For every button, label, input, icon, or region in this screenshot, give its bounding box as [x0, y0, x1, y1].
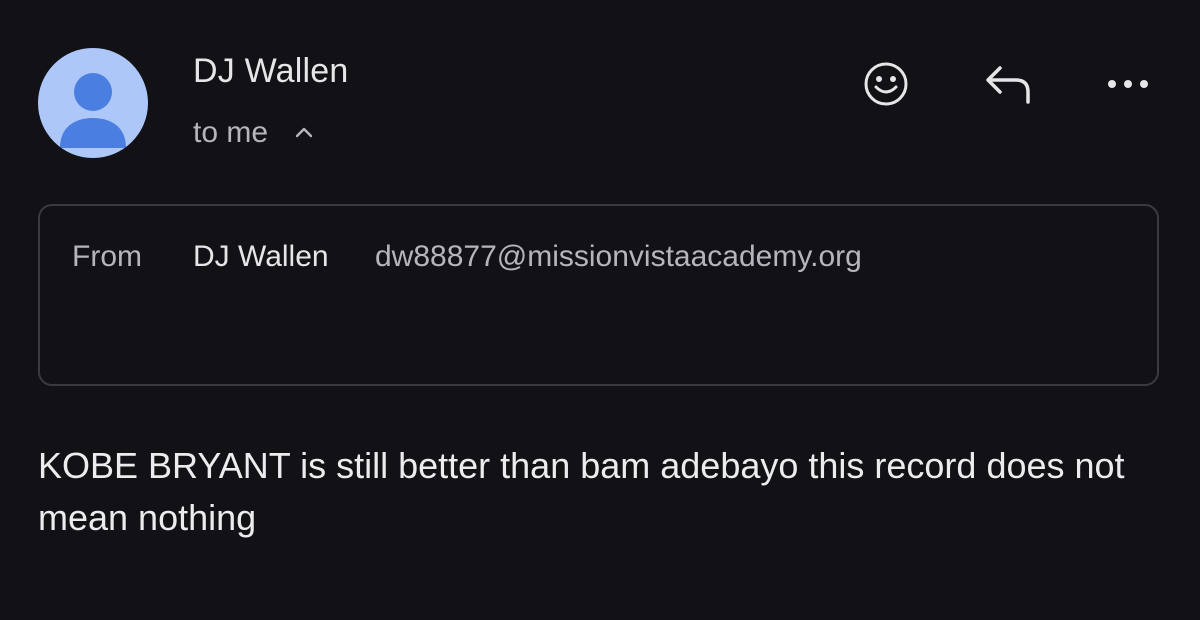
- emoji-reaction-button[interactable]: [860, 58, 912, 110]
- from-name: DJ Wallen: [193, 240, 329, 273]
- more-options-button[interactable]: [1102, 58, 1154, 110]
- from-label: From: [72, 240, 142, 273]
- sender-name: DJ Wallen: [193, 52, 349, 90]
- message-body: KOBE BRYANT is still better than bam ade…: [38, 445, 1125, 538]
- sender-details-card: From DJ Wallen dw88877@missionvistaacade…: [38, 204, 1159, 386]
- chevron-up-icon: [294, 125, 314, 144]
- sender-avatar[interactable]: [38, 48, 148, 158]
- from-email[interactable]: dw88877@missionvistaacademy.org: [375, 240, 862, 274]
- person-avatar-icon: [60, 73, 126, 148]
- recipient-label: to me: [193, 116, 269, 149]
- reply-icon: [986, 66, 1030, 104]
- emoji-reaction-icon: [864, 62, 908, 106]
- recipient-toggle[interactable]: to me: [193, 116, 314, 150]
- more-options-icon: [1108, 80, 1148, 88]
- reply-button[interactable]: [982, 58, 1034, 110]
